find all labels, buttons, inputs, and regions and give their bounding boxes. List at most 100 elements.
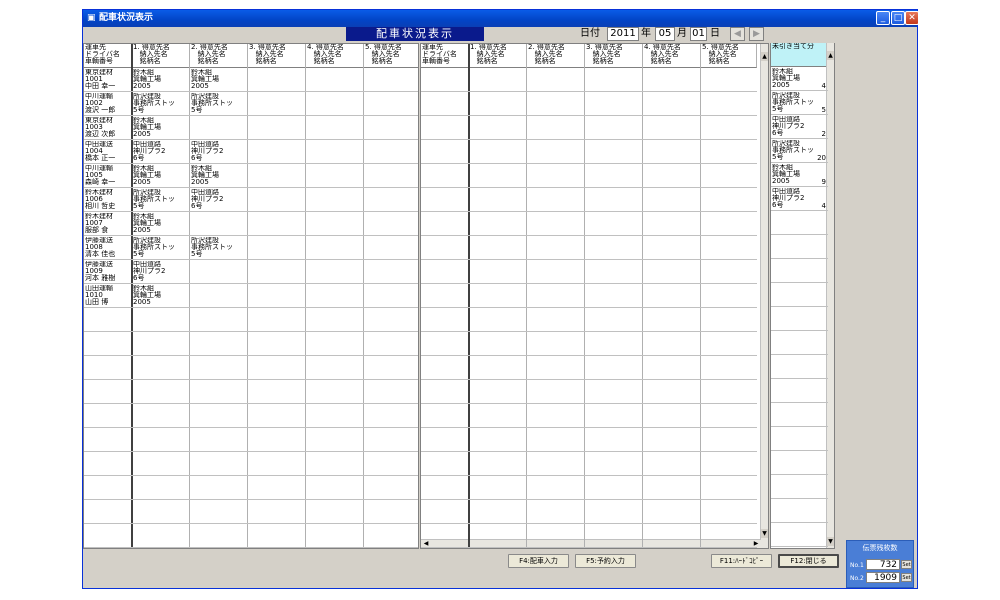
unassigned-item-text: 中田道路 神川プラ2 6号 bbox=[772, 188, 805, 209]
left-grid-row-divider bbox=[84, 355, 418, 356]
unassigned-row-divider bbox=[771, 210, 828, 211]
vehicle-cell[interactable]: 鈴木建材 1006 相川 哲史 bbox=[84, 189, 132, 210]
f11-hardcopy-button[interactable]: F11:ﾊｰﾄﾞｺﾋﾟｰ bbox=[711, 554, 772, 568]
slip-title: 伝票残枚数 bbox=[862, 544, 898, 552]
vehicle-cell[interactable]: 伊藤運送 1008 清本 佳也 bbox=[84, 237, 132, 258]
unassigned-item[interactable]: 所沢建設 事務所ストッ 5号 5 bbox=[771, 92, 828, 114]
dispatch-slot-cell[interactable]: 所沢建設 事務所ストッ 5号 bbox=[190, 237, 248, 258]
right-grid-col-divider bbox=[526, 44, 527, 548]
slip-no1-label: No.1 bbox=[850, 562, 864, 569]
next-date-icon[interactable]: ▶ bbox=[749, 27, 764, 41]
slip-no2-set-button[interactable]: Set bbox=[901, 573, 912, 582]
vehicle-cell[interactable]: 中田運送 1004 橋本 正一 bbox=[84, 141, 132, 162]
right-grid-scrollbar[interactable]: ▲ ▼ bbox=[760, 44, 768, 548]
left-grid-row-divider bbox=[84, 91, 418, 92]
app-icon: ▣ bbox=[87, 13, 96, 23]
left-grid-column-header-3: 3. 得意先名 納入先名 銘柄名 bbox=[248, 44, 306, 68]
unassigned-item[interactable]: 鈴木組 箕輪工場 2005 4 bbox=[771, 68, 828, 90]
slip-remaining-panel: 伝票残枚数 No.1 732 Set No.2 1909 Set bbox=[846, 540, 914, 588]
unassigned-row-divider bbox=[771, 378, 828, 379]
unassigned-row-divider bbox=[771, 186, 828, 187]
close-icon[interactable]: ✕ bbox=[905, 11, 919, 25]
left-grid-row-divider bbox=[84, 547, 418, 548]
day-field[interactable]: 01 bbox=[690, 27, 707, 41]
vehicle-cell[interactable]: 山田運輸 1010 山田 博 bbox=[84, 285, 132, 306]
dispatch-slot-cell[interactable]: 鈴木組 箕輪工場 2005 bbox=[190, 69, 248, 90]
f12-close-button[interactable]: F12:閉じる bbox=[778, 554, 839, 568]
dispatch-slot-cell[interactable]: 鈴木組 箕輪工場 2005 bbox=[190, 165, 248, 186]
maximize-icon[interactable]: □ bbox=[891, 11, 905, 25]
f4-dispatch-button[interactable]: F4:配車入力 bbox=[508, 554, 569, 568]
slip-no1-value[interactable]: 732 bbox=[866, 559, 900, 570]
left-grid-row-divider bbox=[84, 307, 418, 308]
scroll-up-icon[interactable]: ▲ bbox=[827, 51, 834, 60]
dispatch-slot-cell[interactable]: 鈴木組 箕輪工場 2005 bbox=[132, 69, 190, 90]
right-grid-row-divider bbox=[421, 523, 757, 524]
right-grid-column-header-3: 3. 得意先名 納入先名 銘柄名 bbox=[585, 44, 643, 68]
prev-date-icon[interactable]: ◀ bbox=[730, 27, 745, 41]
f5-reserve-button[interactable]: F5:予約入力 bbox=[575, 554, 636, 568]
right-grid-col-divider bbox=[584, 44, 585, 548]
unassigned-item[interactable]: 中田道路 神川プラ2 6号 4 bbox=[771, 188, 828, 210]
left-grid-column-header-0: 運車先 ドライバ名 車輌番号 bbox=[84, 44, 132, 68]
left-grid-row-divider bbox=[84, 187, 418, 188]
unassigned-panel: 未引き当て分 ▲ ▼ 鈴木組 箕輪工場 2005 4 所沢建設 事務所ストッ 5号 5… bbox=[770, 43, 835, 549]
scroll-up-icon[interactable]: ▲ bbox=[761, 52, 768, 61]
dispatch-slot-cell[interactable]: 所沢建設 事務所ストッ 5号 bbox=[132, 93, 190, 114]
unassigned-item-count: 4 bbox=[821, 82, 826, 90]
dispatch-grid-right: ▲ ▼ ◀ ▶ 運車先 ドライバ名 車輌番号 1. 得意先名 納入先名 銘柄名 2.… bbox=[420, 43, 769, 549]
vehicle-cell[interactable]: 東京建材 1001 中田 幸一 bbox=[84, 69, 132, 90]
left-grid-row-divider bbox=[84, 211, 418, 212]
scroll-down-icon[interactable]: ▼ bbox=[827, 537, 834, 546]
scroll-down-icon[interactable]: ▼ bbox=[761, 529, 768, 538]
unassigned-row-divider bbox=[771, 258, 828, 259]
right-grid-row-divider bbox=[421, 235, 757, 236]
left-grid-row-divider bbox=[84, 427, 418, 428]
unassigned-item-text: 所沢建設 事務所ストッ 5号 bbox=[772, 92, 814, 113]
dispatch-slot-cell[interactable]: 中田道路 神川プラ2 6号 bbox=[190, 141, 248, 162]
minimize-icon[interactable]: _ bbox=[876, 11, 890, 25]
right-grid-column-header-5: 5. 得意先名 納入先名 銘柄名 bbox=[701, 44, 757, 68]
unassigned-item[interactable]: 鈴木組 箕輪工場 2005 9 bbox=[771, 164, 828, 186]
dispatch-slot-cell[interactable]: 所沢建設 事務所ストッ 5号 bbox=[132, 237, 190, 258]
dispatch-slot-cell[interactable]: 中田道路 神川プラ2 6号 bbox=[132, 261, 190, 282]
vehicle-cell[interactable]: 鈴木建材 1007 服部 食 bbox=[84, 213, 132, 234]
left-grid-column-header-4: 4. 得意先名 納入先名 銘柄名 bbox=[306, 44, 364, 68]
unassigned-header: 未引き当て分 bbox=[771, 43, 828, 67]
dispatch-slot-cell[interactable]: 中田道路 神川プラ2 6号 bbox=[190, 189, 248, 210]
unassigned-row-divider bbox=[771, 474, 828, 475]
slip-no2-value[interactable]: 1909 bbox=[866, 572, 900, 583]
year-field[interactable]: 2011 bbox=[607, 27, 639, 41]
title-bar[interactable]: ▣ 配車状況表示 _ □ ✕ bbox=[83, 10, 919, 27]
dispatch-slot-cell[interactable]: 所沢建設 事務所ストッ 5号 bbox=[190, 93, 248, 114]
unassigned-item[interactable]: 中田道路 神川プラ2 6号 2 bbox=[771, 116, 828, 138]
left-grid-row-divider bbox=[84, 139, 418, 140]
left-grid-row-divider bbox=[84, 451, 418, 452]
slip-no2-label: No.2 bbox=[850, 575, 864, 582]
unassigned-row-divider bbox=[771, 138, 828, 139]
unassigned-item[interactable]: 所沢建設 事務所ストッ 5号 20 bbox=[771, 140, 828, 162]
dispatch-grid-left: 運車先 ドライバ名 車輌番号 1. 得意先名 納入先名 銘柄名 2. 得意先名 納入… bbox=[83, 43, 419, 549]
left-grid-row-divider bbox=[84, 163, 418, 164]
left-grid-col-divider bbox=[363, 44, 364, 548]
unassigned-row-divider bbox=[771, 522, 828, 523]
slip-no1-set-button[interactable]: Set bbox=[901, 560, 912, 569]
unassigned-row-divider bbox=[771, 234, 828, 235]
dispatch-slot-cell[interactable]: 鈴木組 箕輪工場 2005 bbox=[132, 117, 190, 138]
vehicle-cell[interactable]: 中川運輸 1002 渡沢 一郎 bbox=[84, 93, 132, 114]
vehicle-cell[interactable]: 伊藤運送 1009 河本 雅樹 bbox=[84, 261, 132, 282]
main-window: ▣ 配車状況表示 _ □ ✕ 配車状況表示 日付 2011 年 05 月 01 … bbox=[82, 9, 919, 589]
dispatch-slot-cell[interactable]: 鈴木組 箕輪工場 2005 bbox=[132, 165, 190, 186]
vehicle-cell[interactable]: 中川運輸 1005 森崎 幸一 bbox=[84, 165, 132, 186]
unassigned-item-count: 2 bbox=[821, 130, 826, 138]
dispatch-slot-cell[interactable]: 中田道路 神川プラ2 6号 bbox=[132, 141, 190, 162]
right-grid-column-header-0: 運車先 ドライバ名 車輌番号 bbox=[421, 44, 469, 68]
left-grid-row-divider bbox=[84, 115, 418, 116]
month-field[interactable]: 05 bbox=[655, 27, 675, 41]
vehicle-cell[interactable]: 東京建材 1003 渡辺 次郎 bbox=[84, 117, 132, 138]
dispatch-slot-cell[interactable]: 所沢建設 事務所ストッ 5号 bbox=[132, 189, 190, 210]
dispatch-slot-cell[interactable]: 鈴木組 箕輪工場 2005 bbox=[132, 285, 190, 306]
dispatch-slot-cell[interactable]: 鈴木組 箕輪工場 2005 bbox=[132, 213, 190, 234]
unassigned-row-divider bbox=[771, 330, 828, 331]
unassigned-item-count: 9 bbox=[821, 178, 826, 186]
